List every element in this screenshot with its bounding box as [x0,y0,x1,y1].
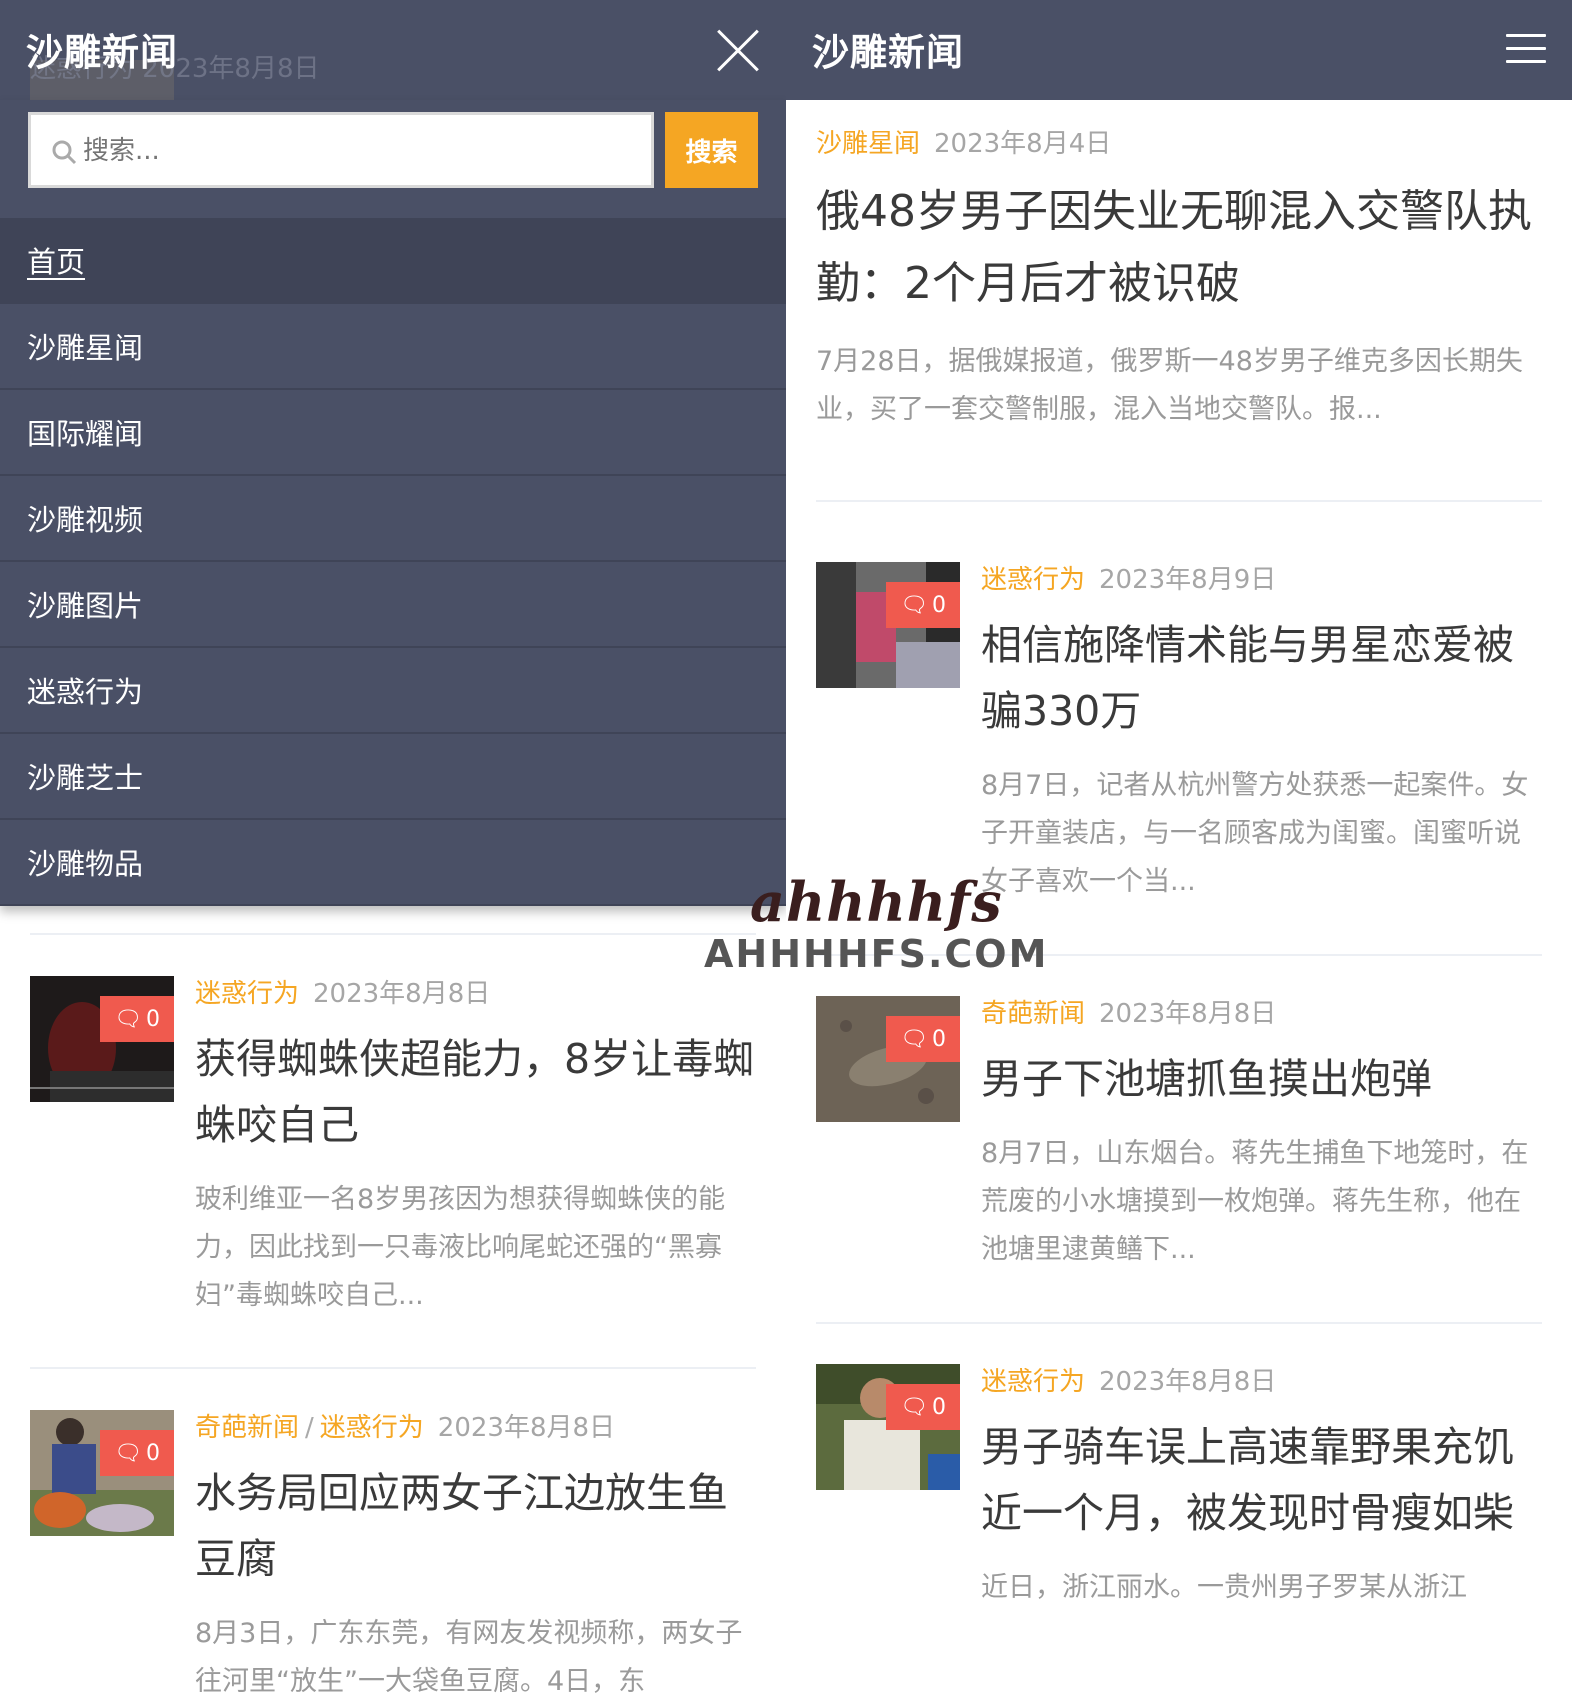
left-screen: 迷惑行为 2023年8月8日 沙雕新闻 搜索 首页 沙雕星闻 国际耀闻 沙雕视频… [0,0,786,1702]
category-link[interactable]: 迷惑行为 [981,565,1085,595]
divider [30,1367,756,1369]
nav-item-knowledge[interactable]: 沙雕芝士 [0,734,786,820]
nav-item-international[interactable]: 国际耀闻 [0,390,786,476]
article-title[interactable]: 获得蜘蛛侠超能力，8岁让毒蜘蛛咬自己 [195,1026,755,1158]
left-header: 迷惑行为 2023年8月8日 沙雕新闻 [0,0,786,100]
search-box [28,112,654,188]
divider [816,500,1542,502]
article-date: 2023年8月8日 [1099,999,1277,1029]
article-date: 2023年8月4日 [934,129,1112,159]
comment-icon: 🗨 [114,1440,142,1466]
article-meta: 迷惑行为 2023年8月8日 [981,1364,1541,1400]
category-link[interactable]: 迷惑行为 [320,1413,424,1443]
comment-icon: 🗨 [900,592,928,618]
nav-item-goods[interactable]: 沙雕物品 [0,820,786,906]
article-excerpt: 玻利维亚一名8岁男孩因为想获得蜘蛛侠的能力，因此找到一只毒液比响尾蛇还强的“黑寡… [195,1184,726,1311]
article-excerpt: 近日，浙江丽水。一贵州男子罗某从浙江 [981,1572,1467,1603]
article-excerpt: 8月3日，广东东莞，有网友发视频称，两女子往河里“放生”一大袋鱼豆腐。4日，东 [195,1618,743,1697]
article-title[interactable]: 男子骑车误上高速靠野果充饥近一个月，被发现时骨瘦如柴 [981,1414,1541,1546]
nav-item-home[interactable]: 首页 [0,218,786,304]
divider [816,1322,1542,1324]
divider [30,933,756,935]
comment-icon: 🗨 [114,1006,142,1032]
article-title[interactable]: 俄48岁男子因失业无聊混入交警队执勤：2个月后才被识破 [816,176,1542,320]
right-header: 沙雕新闻 [786,0,1572,100]
article-title[interactable]: 相信施降情术能与男星恋爱被骗330万 [981,612,1541,744]
article-meta: 迷惑行为 2023年8月8日 [195,976,755,1012]
search-icon [52,140,77,165]
nav-item-video[interactable]: 沙雕视频 [0,476,786,562]
article-meta: 奇葩新闻 2023年8月8日 [981,996,1541,1032]
comment-icon: 🗨 [900,1026,928,1052]
article-meta: 奇葩新闻 / 迷惑行为 2023年8月8日 [195,1413,616,1443]
article-meta: 沙雕星闻 2023年8月4日 [816,126,1542,162]
article-thumbnail[interactable]: 🗨 0 [816,1364,960,1490]
article-date: 2023年8月8日 [1099,1367,1277,1397]
watermark-logo: ahhhhfs AHHHHFS.COM [700,870,1060,980]
nav-drawer: 搜索 首页 沙雕星闻 国际耀闻 沙雕视频 沙雕图片 迷惑行为 沙雕芝士 沙雕物品 [0,100,786,906]
category-link[interactable]: 奇葩新闻 [195,1413,299,1443]
search-button[interactable]: 搜索 [665,112,758,188]
comment-count-badge: 🗨 0 [886,582,960,628]
category-link[interactable]: 沙雕星闻 [816,129,920,159]
site-title[interactable]: 沙雕新闻 [26,22,178,76]
watermark-script: ahhhhfs [750,870,1003,934]
nav-item-images[interactable]: 沙雕图片 [0,562,786,648]
category-link[interactable]: 奇葩新闻 [981,999,1085,1029]
article-thumbnail[interactable]: 🗨 0 [30,1410,174,1536]
category-link[interactable]: 迷惑行为 [195,979,299,1009]
article-excerpt: 8月7日，记者从杭州警方处获悉一起案件。女子开童装店，与一名顾客成为闺蜜。闺蜜听… [981,770,1529,897]
article-title[interactable]: 男子下池塘抓鱼摸出炮弹 [981,1046,1541,1112]
article-excerpt: 7月28日，据俄媒报道，俄罗斯一48岁男子维克多因长期失业，买了一套交警制服，混… [816,346,1523,425]
comment-count-badge: 🗨 0 [100,1430,174,1476]
article-excerpt: 8月7日，山东烟台。蒋先生捕鱼下地笼时，在荒废的小水塘摸到一枚炮弹。蒋先生称，他… [981,1138,1529,1265]
article-date: 2023年8月9日 [1099,565,1277,595]
article-thumbnail[interactable]: 🗨 0 [816,562,960,688]
search-input[interactable] [83,125,643,177]
watermark-text: AHHHHFS.COM [704,932,1049,976]
article-date: 2023年8月8日 [437,1413,616,1443]
comment-icon: 🗨 [900,1394,928,1420]
article-thumbnail[interactable]: 🗨 0 [816,996,960,1122]
site-title[interactable]: 沙雕新闻 [812,22,964,76]
nav-item-celebrity[interactable]: 沙雕星闻 [0,304,786,390]
right-screen: 沙雕新闻 沙雕星闻 2023年8月4日 俄48岁男子因失业无聊混入交警队执勤：2个… [786,0,1572,1702]
article-date: 2023年8月8日 [313,979,491,1009]
comment-count-badge: 🗨 0 [100,996,174,1042]
nav-menu: 首页 沙雕星闻 国际耀闻 沙雕视频 沙雕图片 迷惑行为 沙雕芝士 沙雕物品 [0,218,786,906]
comment-count-badge: 🗨 0 [886,1016,960,1062]
comment-count-badge: 🗨 0 [886,1384,960,1430]
article-thumbnail[interactable]: 🗨 0 [30,976,174,1102]
nav-item-confusing[interactable]: 迷惑行为 [0,648,786,734]
article-meta: 迷惑行为 2023年8月9日 [981,562,1541,598]
category-link[interactable]: 迷惑行为 [981,1367,1085,1397]
article-title[interactable]: 水务局回应两女子江边放生鱼豆腐 [195,1460,755,1592]
hamburger-menu-icon[interactable] [1506,34,1546,66]
close-icon[interactable] [716,29,760,73]
